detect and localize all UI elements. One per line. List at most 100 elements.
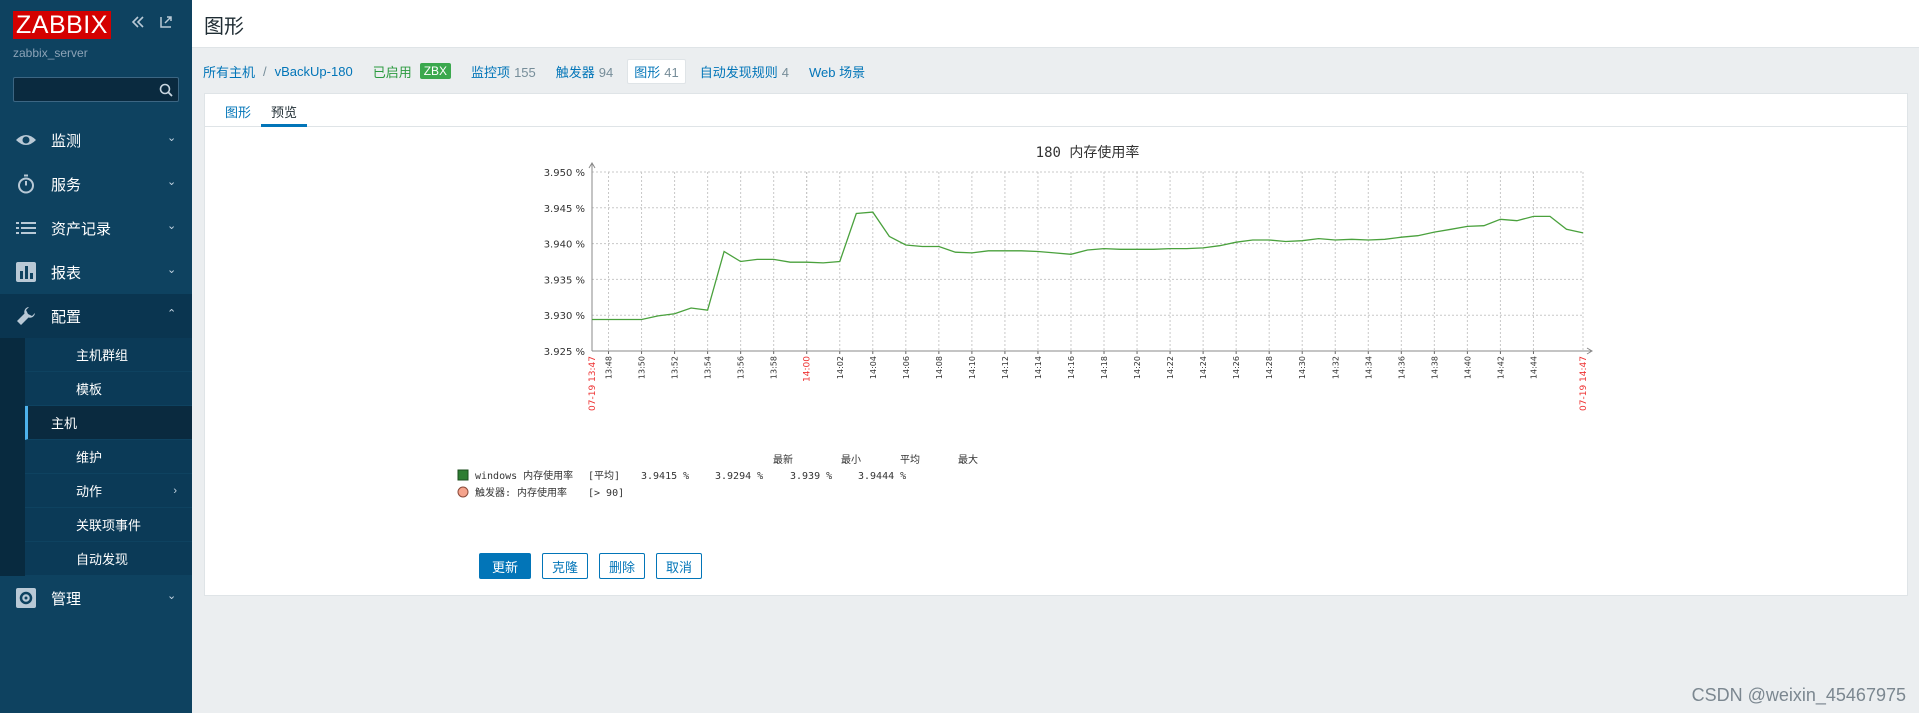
legend-header: 最大 bbox=[958, 453, 978, 466]
host-status-enabled[interactable]: 已启用 bbox=[373, 62, 412, 81]
watermark: CSDN @weixin_45467975 bbox=[1691, 685, 1906, 705]
search-input[interactable] bbox=[13, 77, 179, 102]
breadcrumb-host[interactable]: vBackUp-180 bbox=[275, 64, 353, 79]
legend-last: 3.9415 % bbox=[641, 471, 689, 482]
x-tick-label: 14:30 bbox=[1298, 356, 1307, 379]
legend-series-label: windows 内存使用率 bbox=[475, 469, 573, 482]
graph-preview-chart: 180 内存使用率 3.950 % 3.945 % 3.940 % 3.935 % 3.9… bbox=[457, 144, 1593, 499]
tab-preview[interactable]: 预览 bbox=[261, 94, 308, 127]
y-tick-label: 3.930 % bbox=[544, 311, 585, 322]
x-tick-label: 14:16 bbox=[1067, 356, 1076, 379]
submenu-item-event-correlation[interactable]: 关联项事件 bbox=[25, 508, 192, 542]
menu-item-services[interactable]: 服务 ⌄ bbox=[0, 162, 192, 206]
breadcrumb-all-hosts[interactable]: 所有主机 bbox=[203, 62, 255, 81]
chart-title: 180 内存使用率 bbox=[1036, 144, 1140, 161]
submenu-item-hosts[interactable]: 主机 bbox=[25, 406, 192, 440]
x-tick-label: 13:56 bbox=[737, 356, 746, 379]
x-tick-label: 14:10 bbox=[968, 356, 977, 379]
host-tab-discovery-rules[interactable]: 自动发现规则 4 bbox=[700, 62, 789, 81]
legend-header: 最小 bbox=[841, 454, 861, 466]
chevron-right-icon: › bbox=[173, 484, 177, 497]
x-tick-label: 14:20 bbox=[1133, 356, 1142, 379]
delete-button[interactable]: 删除 bbox=[599, 553, 646, 579]
x-tick-label: 13:58 bbox=[770, 356, 779, 379]
legend-max: 3.9444 % bbox=[858, 471, 906, 482]
y-tick-label: 3.945 % bbox=[544, 204, 585, 215]
host-tab-count: 4 bbox=[781, 64, 789, 80]
x-tick-label: 14:00 bbox=[803, 356, 813, 382]
x-tick-label: 14:12 bbox=[1001, 356, 1010, 379]
x-tick-label: 14:42 bbox=[1496, 356, 1505, 379]
update-button[interactable]: 更新 bbox=[479, 553, 532, 579]
menu-item-monitoring[interactable]: 监测 ⌄ bbox=[0, 118, 192, 162]
chevron-down-icon: ⌄ bbox=[167, 132, 177, 144]
submenu-item-maintenance[interactable]: 维护 bbox=[25, 440, 192, 474]
search-icon[interactable] bbox=[159, 82, 173, 97]
submenu-item-actions[interactable]: 动作 › bbox=[25, 474, 192, 508]
legend-avg: 3.939 % bbox=[790, 471, 832, 482]
host-tab-triggers[interactable]: 触发器 94 bbox=[556, 62, 613, 81]
chevron-down-icon: ⌄ bbox=[167, 176, 177, 188]
menu-item-label: 报表 bbox=[51, 264, 82, 282]
x-tick-label: 14:40 bbox=[1463, 356, 1472, 379]
sidebar-controls bbox=[130, 14, 174, 30]
configuration-submenu: 主机群组 模板 主机 维护 动作 › 关联项事件 自动发现 bbox=[0, 338, 192, 576]
menu-item-administration[interactable]: 管理 ⌄ bbox=[0, 576, 192, 620]
legend-trigger-condition: [> 90] bbox=[588, 488, 624, 499]
kiosk-mode-icon[interactable] bbox=[158, 14, 174, 30]
host-tab-count: 94 bbox=[598, 64, 614, 80]
legend-trigger-marker bbox=[457, 486, 469, 498]
wrench-icon bbox=[15, 305, 37, 327]
eye-icon bbox=[15, 129, 37, 151]
y-tick-label: 3.940 % bbox=[544, 240, 585, 251]
x-tick-label: 14:06 bbox=[902, 356, 911, 379]
stopwatch-icon bbox=[15, 173, 37, 195]
page-title: 图形 bbox=[204, 16, 244, 38]
breadcrumb: 所有主机 / vBackUp-180 已启用 ZBX 监控项 155 触发器 94 … bbox=[203, 58, 865, 84]
main-menu: 监测 ⌄ 服务 ⌄ 资产记录 ⌄ 报表 ⌄ 配置 ⌃ 主机群组 模板 主机 维护… bbox=[0, 118, 192, 620]
chevron-up-icon: ⌃ bbox=[167, 308, 177, 320]
x-tick-label: 14:14 bbox=[1034, 356, 1043, 379]
submenu-item-discovery[interactable]: 自动发现 bbox=[25, 542, 192, 576]
host-tab-web-scenarios[interactable]: Web 场景 bbox=[809, 62, 865, 81]
submenu-bar bbox=[0, 338, 25, 576]
menu-item-reports[interactable]: 报表 ⌄ bbox=[0, 250, 192, 294]
zabbix-logo[interactable]: ZABBIX bbox=[13, 11, 111, 39]
content-panel: 图形 预览 180 内存使用率 3.950 % 3.945 % 3.940 % 3.93… bbox=[204, 93, 1908, 596]
legend-min: 3.9294 % bbox=[715, 471, 763, 482]
host-tab-graphs[interactable]: 图形 41 bbox=[627, 58, 686, 84]
menu-item-configuration[interactable]: 配置 ⌃ bbox=[0, 294, 192, 338]
x-end-label: 07-19 14:47 bbox=[1579, 356, 1589, 411]
host-tab-count: 155 bbox=[514, 64, 536, 80]
host-tab-label: 自动发现规则 bbox=[699, 64, 778, 80]
collapse-sidebar-icon[interactable] bbox=[130, 14, 146, 30]
menu-item-label: 监测 bbox=[51, 132, 82, 150]
list-icon bbox=[15, 217, 37, 239]
x-tick-label: 14:28 bbox=[1265, 356, 1274, 379]
menu-item-label: 资产记录 bbox=[51, 220, 112, 238]
y-tick-label: 3.935 % bbox=[544, 275, 585, 286]
tab-graph[interactable]: 图形 bbox=[215, 94, 261, 126]
submenu-item-host-groups[interactable]: 主机群组 bbox=[25, 338, 192, 372]
legend-header: 最新 bbox=[773, 453, 793, 466]
clone-button[interactable]: 克隆 bbox=[542, 553, 589, 579]
x-tick-label: 14:22 bbox=[1166, 356, 1175, 379]
zbx-availability-badge: ZBX bbox=[419, 63, 452, 79]
host-tab-label: 触发器 bbox=[555, 64, 595, 80]
menu-item-label: 管理 bbox=[51, 590, 82, 608]
x-start-label: 07-19 13:47 bbox=[588, 356, 598, 411]
page-header: 图形 bbox=[192, 0, 1919, 48]
x-tick-label: 14:02 bbox=[836, 356, 845, 379]
cancel-button[interactable]: 取消 bbox=[656, 553, 703, 579]
x-tick-label: 14:18 bbox=[1100, 356, 1109, 379]
x-tick-label: 13:52 bbox=[671, 356, 680, 379]
menu-item-label: 服务 bbox=[51, 176, 82, 194]
x-tick-label: 13:48 bbox=[605, 356, 614, 379]
submenu-item-label: 动作 bbox=[76, 484, 103, 499]
host-tab-items[interactable]: 监控项 155 bbox=[471, 62, 536, 81]
host-tab-label: 图形 bbox=[634, 64, 661, 80]
menu-item-inventory[interactable]: 资产记录 ⌄ bbox=[0, 206, 192, 250]
x-tick-label: 14:04 bbox=[869, 356, 878, 379]
x-tick-label: 14:24 bbox=[1199, 356, 1208, 379]
submenu-item-templates[interactable]: 模板 bbox=[25, 372, 192, 406]
